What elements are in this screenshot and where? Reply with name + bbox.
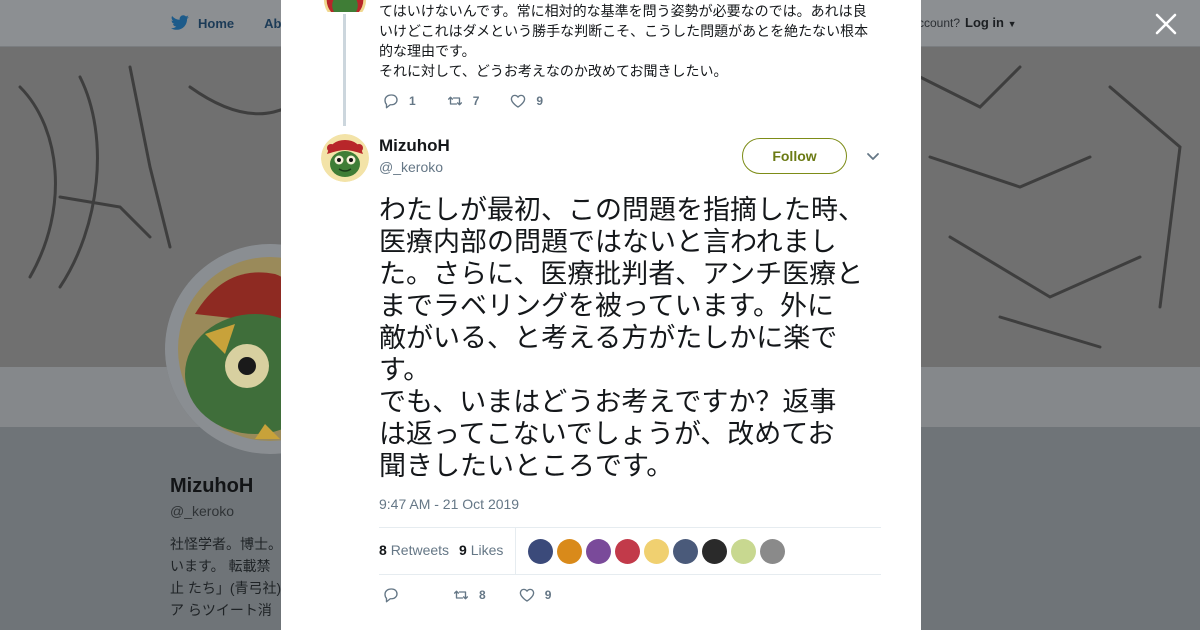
- profile-bio: 社怪学者。博士。 います。 転載禁止 たち」(青弓社)ア らツイート消すっ: [170, 536, 282, 618]
- previous-tweet-line: てはいけないんです。常に相対的な基準を問う姿勢が必要なのでは。あれは良: [379, 3, 867, 19]
- nav-home-link[interactable]: Home: [198, 16, 234, 31]
- tweet-timestamp[interactable]: 9:47 AM - 21 Oct 2019: [379, 496, 519, 512]
- liker-avatar[interactable]: [731, 539, 756, 564]
- retweet-icon: [447, 96, 462, 106]
- like-button[interactable]: 9: [509, 92, 543, 110]
- liker-avatar[interactable]: [557, 539, 582, 564]
- previous-tweet-avatar[interactable]: [323, 0, 367, 12]
- twitter-bird-icon[interactable]: [170, 15, 190, 31]
- reply-icon: [384, 588, 398, 603]
- likes-stat[interactable]: 9 Likes: [459, 542, 503, 558]
- previous-tweet-line: それに対して、どうお考えなのか改めてお聞きしたい。: [379, 63, 728, 79]
- follow-button[interactable]: Follow: [742, 138, 847, 174]
- liker-avatar[interactable]: [615, 539, 640, 564]
- frog-avatar-icon: [321, 134, 369, 182]
- profile-name: MizuhoH: [170, 475, 254, 497]
- caret-down-icon: ▼: [1007, 19, 1017, 29]
- previous-tweet-line: 的な理由です。: [379, 43, 476, 59]
- retweets-stat-label: Retweets: [390, 542, 450, 558]
- stats-divider-vertical: [515, 528, 516, 574]
- thread-connector-line: [343, 14, 346, 126]
- previous-tweet-text: てはいけないんです。常に相対的な基準を問う姿勢が必要なのでは。あれは良 いけどこ…: [379, 1, 879, 81]
- tweet-actions: 8 9: [382, 586, 583, 604]
- heart-icon: [511, 94, 526, 108]
- previous-tweet-actions: 1 7 9: [382, 92, 575, 110]
- retweets-stat[interactable]: 8 Retweets: [379, 542, 449, 558]
- likes-stat-label: Likes: [470, 542, 504, 558]
- reply-count: 1: [409, 94, 416, 108]
- author-avatar[interactable]: [321, 134, 369, 182]
- like-button[interactable]: 9: [518, 586, 552, 604]
- reply-button[interactable]: 1: [382, 92, 416, 110]
- stats-divider-bottom: [379, 574, 881, 575]
- tweet-modal: てはいけないんです。常に相対的な基準を問う姿勢が必要なのでは。あれは良 いけどこ…: [281, 0, 921, 630]
- login-link[interactable]: Log in ▼: [965, 15, 1017, 30]
- liker-avatars: [528, 539, 785, 564]
- stats-divider-top: [379, 527, 881, 528]
- author-handle[interactable]: @_keroko: [379, 159, 443, 175]
- author-name[interactable]: MizuhoH: [379, 136, 450, 156]
- retweet-count: 8: [479, 588, 486, 602]
- like-count: 9: [544, 588, 552, 602]
- login-label: Log in: [965, 15, 1004, 30]
- likes-stat-count: 9: [459, 542, 467, 558]
- retweet-count: 7: [472, 94, 480, 108]
- liker-avatar[interactable]: [760, 539, 785, 564]
- close-icon[interactable]: [1153, 11, 1179, 37]
- profile-handle: @_keroko: [170, 503, 235, 519]
- tweet-text: わたしが最初、この問題を指摘した時、 医療内部の問題ではないと言われまし た。さ…: [379, 195, 865, 482]
- retweet-button[interactable]: 8: [452, 586, 486, 604]
- previous-tweet-line: いけどこれはダメという勝手な判断こそ、こうした問題があとを絶たない根本: [379, 23, 869, 39]
- liker-avatar[interactable]: [673, 539, 698, 564]
- reply-button[interactable]: [382, 586, 400, 604]
- liker-avatar[interactable]: [644, 539, 669, 564]
- background-nav: Home Abo: [170, 0, 289, 46]
- account-prompt: ccount?: [918, 16, 961, 30]
- liker-avatar[interactable]: [586, 539, 611, 564]
- liker-avatar[interactable]: [528, 539, 553, 564]
- liker-avatar[interactable]: [702, 539, 727, 564]
- chevron-down-icon[interactable]: [865, 150, 881, 164]
- reply-icon: [384, 94, 398, 109]
- retweets-stat-count: 8: [379, 542, 387, 558]
- frog-avatar-icon: [323, 0, 367, 12]
- like-count: 9: [536, 94, 544, 108]
- retweet-button[interactable]: 7: [446, 92, 480, 110]
- retweet-icon: [453, 590, 469, 600]
- heart-icon: [519, 588, 534, 602]
